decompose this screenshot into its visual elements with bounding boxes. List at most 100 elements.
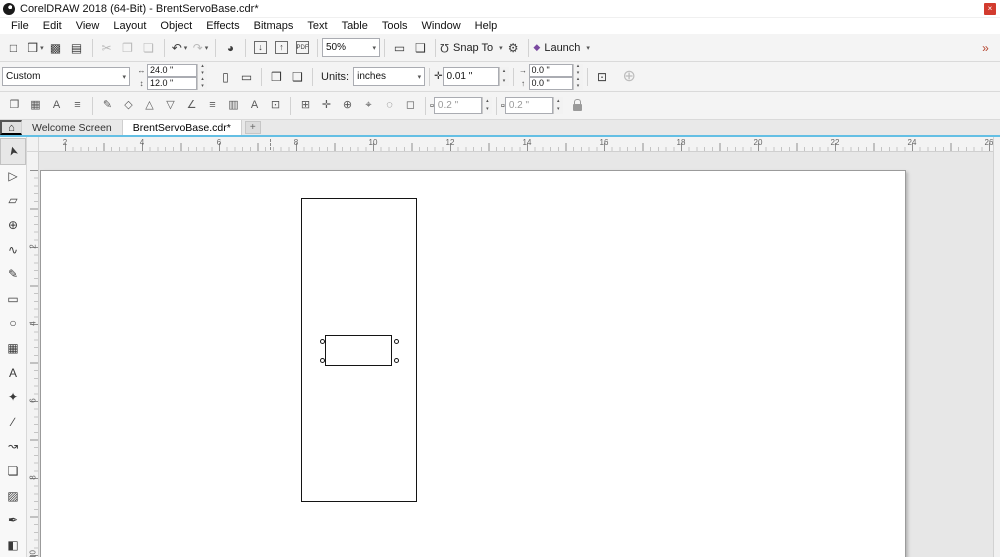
page-width-field[interactable] — [147, 63, 197, 77]
menu-edit[interactable]: Edit — [36, 19, 69, 33]
circle-object-bottom-right[interactable] — [394, 358, 399, 363]
zoom-level-select[interactable]: ▾ — [322, 38, 380, 57]
frame-position-icon[interactable]: ⊡ — [265, 95, 286, 116]
new-tab-button[interactable]: + — [244, 121, 261, 134]
nudge-distance-field[interactable] — [442, 67, 499, 86]
duplicate-x-field[interactable] — [528, 63, 573, 77]
circle-object-bottom-left[interactable] — [320, 358, 325, 363]
paste-button[interactable]: ❏ — [139, 37, 160, 58]
menu-view[interactable]: View — [69, 19, 107, 33]
text-tool[interactable]: A — [1, 360, 25, 385]
page-size-preset-value[interactable] — [6, 71, 121, 82]
duplicate-y-value[interactable] — [531, 78, 570, 88]
freehand-tool[interactable]: ∿ — [1, 237, 25, 262]
pick-tool[interactable]: ➤ — [0, 138, 26, 165]
guide-offset-value-2[interactable] — [508, 100, 549, 111]
undo-button[interactable]: ↶ ▾ — [169, 37, 190, 58]
redo-button[interactable]: ↷ ▾ — [190, 37, 211, 58]
import-button[interactable]: ↓ — [250, 37, 271, 58]
close-window-button[interactable]: × — [984, 3, 996, 15]
text-frame-icon[interactable]: A — [46, 95, 67, 116]
lock-ratio-icon[interactable] — [572, 99, 582, 111]
distribute-icon[interactable]: ▥ — [223, 95, 244, 116]
node-shape-icon[interactable]: ◇ — [118, 95, 139, 116]
welcome-home-button[interactable]: ⌂ — [0, 120, 22, 135]
polygon-tool[interactable]: ✦ — [1, 385, 25, 410]
menu-help[interactable]: Help — [468, 19, 505, 33]
guide-offset-field-1[interactable] — [433, 97, 482, 114]
spinner-up[interactable]: ▴ — [482, 97, 492, 106]
duplicate-y-field[interactable] — [528, 76, 573, 90]
chevron-down-icon[interactable]: ▾ — [122, 73, 126, 81]
zoom-level-value[interactable] — [326, 42, 371, 53]
menu-text[interactable]: Text — [300, 19, 334, 33]
menu-object[interactable]: Object — [153, 19, 199, 33]
spinner-down[interactable]: ▾ — [573, 83, 583, 90]
current-page-size-button[interactable]: ❑ — [287, 66, 308, 87]
plus-circle-icon[interactable]: ⊕ — [623, 68, 636, 85]
cut-button[interactable]: ✂ — [97, 37, 118, 58]
units-select[interactable]: ▾ — [353, 67, 426, 86]
spinner-down[interactable]: ▾ — [482, 105, 492, 114]
page-height-value[interactable] — [150, 78, 194, 88]
horizontal-ruler[interactable]: 2 4 6 8 10 12 14 16 18 20 22 24 26 — [27, 137, 993, 152]
launch-button[interactable]: ◆ Launch ▾ — [533, 37, 591, 58]
page-width-value[interactable] — [150, 65, 194, 75]
menu-file[interactable]: File — [4, 19, 36, 33]
copy-button[interactable]: ❐ — [118, 37, 139, 58]
full-screen-preview-button[interactable]: ▭ — [389, 37, 410, 58]
duplicate-x-value[interactable] — [531, 65, 570, 75]
vertical-ruler[interactable]: 2 4 6 8 10 — [27, 152, 39, 557]
all-pages-size-button[interactable]: ❒ — [266, 66, 287, 87]
nudge-distance-value[interactable] — [446, 71, 495, 82]
document-page[interactable] — [40, 170, 906, 557]
print-button[interactable]: ▤ — [67, 37, 88, 58]
spinner-up[interactable]: ▴ — [499, 67, 509, 77]
ruler-origin-corner[interactable] — [27, 137, 39, 152]
artistic-media-tool[interactable]: ✎ — [1, 262, 25, 287]
menu-layout[interactable]: Layout — [106, 19, 153, 33]
rect-object-small[interactable] — [325, 335, 392, 366]
units-value[interactable] — [357, 71, 416, 82]
snap-to-objects-icon[interactable]: ⊕ — [337, 95, 358, 116]
options-button[interactable]: ⚙ — [503, 37, 524, 58]
menu-tools[interactable]: Tools — [375, 19, 415, 33]
snap-to-page-icon[interactable]: ⌖ — [358, 95, 379, 116]
crop-tool[interactable]: ▱ — [1, 188, 25, 213]
snap-to-guidelines-icon[interactable]: ✛ — [316, 95, 337, 116]
shape-tool[interactable]: ▷ — [1, 164, 25, 189]
table-grid-icon[interactable]: ▦ — [25, 95, 46, 116]
menu-table[interactable]: Table — [335, 19, 375, 33]
snap-to-grid-icon[interactable]: ⊞ — [295, 95, 316, 116]
treat-as-filled-button[interactable]: ⊡ — [592, 66, 613, 87]
snap-to-button[interactable]: Ω Snap To ▾ — [440, 37, 503, 58]
page-size-preset-select[interactable]: ▾ — [2, 67, 130, 86]
show-page-border-button[interactable]: ❑ — [410, 37, 431, 58]
menu-bitmaps[interactable]: Bitmaps — [247, 19, 301, 33]
eyedropper-tool[interactable]: ✒ — [1, 508, 25, 533]
wireframe-view-icon[interactable]: ❐ — [4, 95, 25, 116]
alignment-guides-icon[interactable]: ◻ — [400, 95, 421, 116]
spinner-down[interactable]: ▾ — [553, 105, 563, 114]
toolbar-overflow-button[interactable]: » — [975, 37, 996, 58]
transparency-tool[interactable]: ▨ — [1, 483, 25, 508]
bullet-list-icon[interactable]: ≡ — [67, 95, 88, 116]
spinner-down[interactable]: ▾ — [198, 83, 207, 90]
menu-effects[interactable]: Effects — [199, 19, 246, 33]
rotate-angle-icon[interactable]: ∠ — [181, 95, 202, 116]
connector-tool[interactable]: ↝ — [1, 434, 25, 459]
export-button[interactable]: ↑ — [271, 37, 292, 58]
tab-welcome-screen[interactable]: Welcome Screen — [22, 120, 122, 135]
search-content-button[interactable]: ◕ — [220, 37, 241, 58]
portrait-button[interactable]: ▯ — [215, 66, 236, 87]
flip-icon[interactable]: ▽ — [160, 95, 181, 116]
save-button[interactable]: ▩ — [46, 37, 67, 58]
publish-pdf-button[interactable]: PDF — [292, 37, 313, 58]
menu-window[interactable]: Window — [415, 19, 468, 33]
guide-offset-value-1[interactable] — [437, 100, 478, 111]
ellipse-tool[interactable]: ○ — [1, 311, 25, 336]
circle-object-top-left[interactable] — [320, 339, 325, 344]
edit-anchor-icon[interactable]: ✎ — [97, 95, 118, 116]
zoom-tool[interactable]: ⊕ — [1, 213, 25, 238]
chevron-down-icon[interactable]: ▾ — [372, 44, 376, 52]
